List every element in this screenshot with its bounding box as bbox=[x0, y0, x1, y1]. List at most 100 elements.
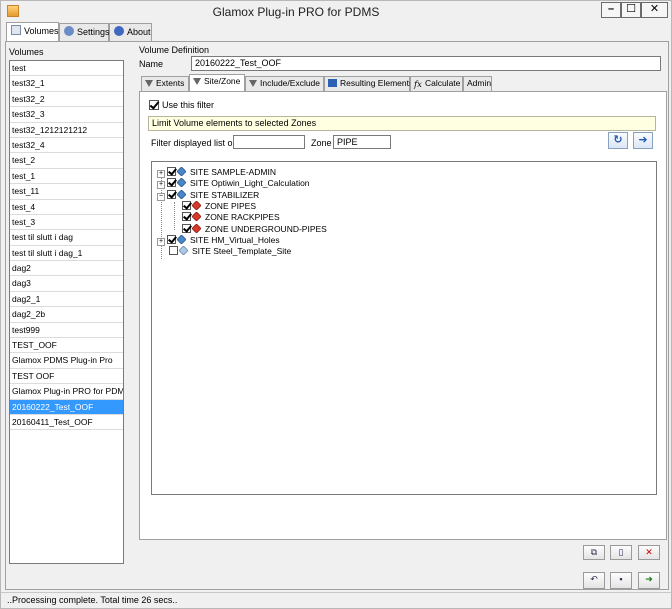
tab-resulting-elements[interactable]: Resulting Elements bbox=[324, 76, 413, 91]
undo-icon: ↶ bbox=[590, 574, 598, 584]
settings-icon bbox=[64, 26, 74, 36]
volume-list-item[interactable]: dag3 bbox=[10, 276, 123, 292]
volume-list-item[interactable]: test_11 bbox=[10, 184, 123, 200]
exit-button[interactable]: ➜ bbox=[638, 572, 660, 589]
save-icon: ▪ bbox=[619, 574, 623, 584]
status-bar: ..Processing complete. Total time 26 sec… bbox=[1, 592, 671, 608]
volume-list-item[interactable]: test32_1 bbox=[10, 76, 123, 92]
tree-checkbox[interactable] bbox=[167, 189, 176, 199]
tree-node-label: ZONE RACKPIPES bbox=[205, 212, 280, 223]
volume-list-item[interactable]: test_2 bbox=[10, 153, 123, 169]
volume-list-item[interactable]: test bbox=[10, 61, 123, 77]
tree-node-label: SITE SAMPLE-ADMIN bbox=[190, 167, 276, 177]
volume-list-item[interactable]: test_3 bbox=[10, 215, 123, 231]
tab-site-zone[interactable]: Site/Zone bbox=[189, 74, 245, 91]
volume-list-item[interactable]: test32_3 bbox=[10, 107, 123, 123]
tab-about[interactable]: About bbox=[109, 23, 152, 41]
minimize-button[interactable]: – bbox=[601, 2, 621, 18]
volume-list-item[interactable]: test32_4 bbox=[10, 138, 123, 154]
tree-node[interactable]: ZONE UNDERGROUND-PIPES bbox=[170, 222, 327, 236]
tree-node-label: SITE STABILIZER bbox=[190, 189, 260, 200]
tree-node-label: ZONE PIPES bbox=[205, 200, 257, 211]
site-filter-input[interactable] bbox=[233, 135, 305, 149]
undo-button[interactable]: ↶ bbox=[583, 572, 605, 589]
volume-list-item[interactable]: Glamox PDMS Plug-in Pro bbox=[10, 353, 123, 369]
tree-node[interactable]: + SITE Optiwin_Light_Calculation bbox=[157, 177, 310, 190]
volume-list-item[interactable]: test_1 bbox=[10, 169, 123, 185]
apply-filter-button[interactable]: ➜ bbox=[633, 132, 653, 149]
new-document-icon: ▯ bbox=[618, 547, 624, 557]
tab-volumes[interactable]: Volumes bbox=[6, 22, 59, 42]
volume-list-item[interactable]: test_4 bbox=[10, 200, 123, 215]
collapse-icon[interactable]: − bbox=[157, 192, 165, 201]
exit-icon: ➜ bbox=[645, 574, 653, 584]
funnel-icon bbox=[249, 80, 257, 87]
tree-node-label: SITE Optiwin_Light_Calculation bbox=[190, 178, 310, 189]
volume-list-item[interactable]: test32_1212121212 bbox=[10, 123, 123, 138]
volume-list-item[interactable]: 20160411_Test_OOF bbox=[10, 415, 123, 431]
volume-list-item[interactable]: dag2_1 bbox=[10, 292, 123, 308]
zone-filter-label: Zone bbox=[311, 138, 332, 148]
tab-extents[interactable]: Extents bbox=[141, 76, 189, 91]
tree-checkbox[interactable] bbox=[182, 212, 191, 222]
maximize-button[interactable]: ☐ bbox=[621, 2, 641, 18]
tree-node[interactable]: + SITE SAMPLE-ADMIN bbox=[157, 166, 276, 179]
tree-node[interactable]: + SITE HM_Virtual_Holes bbox=[157, 234, 280, 247]
zone-icon bbox=[191, 222, 202, 234]
tab-include-exclude[interactable]: Include/Exclude bbox=[245, 76, 324, 91]
volume-list-item[interactable]: Glamox Plug-in PRO for PDMS bbox=[10, 384, 123, 400]
volume-list-item[interactable]: dag2_2b bbox=[10, 307, 123, 323]
volumes-label: Volumes bbox=[9, 47, 44, 57]
expand-icon[interactable]: + bbox=[157, 170, 165, 178]
zone-filter-input[interactable]: PIPE bbox=[333, 135, 391, 149]
arrow-right-icon: ➜ bbox=[638, 134, 648, 146]
binoculars-icon bbox=[328, 79, 337, 87]
tree-node[interactable]: ZONE PIPES bbox=[170, 200, 257, 213]
tree-checkbox[interactable] bbox=[182, 223, 191, 233]
use-filter-checkbox[interactable]: Use this filter bbox=[149, 100, 214, 110]
site-icon bbox=[176, 166, 187, 177]
copy-volume-button[interactable]: ⧉ bbox=[583, 545, 605, 560]
tree-checkbox[interactable] bbox=[167, 234, 176, 244]
volumes-icon bbox=[11, 25, 21, 35]
limit-info-bar: Limit Volume elements to selected Zones bbox=[148, 116, 656, 131]
tab-settings[interactable]: Settings bbox=[59, 23, 110, 41]
refresh-button[interactable]: ↻ bbox=[608, 132, 628, 149]
status-text: ..Processing complete. Total time 26 sec… bbox=[7, 595, 178, 605]
tree-node[interactable]: − SITE STABILIZER bbox=[157, 189, 260, 202]
tree-node[interactable]: SITE Steel_Template_Site bbox=[157, 245, 291, 258]
tree-checkbox[interactable] bbox=[182, 200, 191, 210]
volume-list-item[interactable]: TEST_OOF bbox=[10, 338, 123, 354]
expand-icon[interactable]: + bbox=[157, 237, 165, 246]
volume-list-item[interactable]: test til slutt i dag bbox=[10, 230, 123, 246]
site-icon bbox=[178, 245, 189, 256]
close-button[interactable]: ✕ bbox=[641, 2, 668, 18]
tab-calculate[interactable]: f𝑥 Calculate bbox=[410, 76, 463, 91]
save-button[interactable]: ▪ bbox=[610, 572, 632, 589]
checkbox-icon[interactable] bbox=[149, 100, 159, 110]
title-bar: Glamox Plug-in PRO for PDMS – ☐ ✕ bbox=[1, 1, 671, 23]
delete-volume-button[interactable]: ✕ bbox=[638, 545, 660, 560]
expand-icon[interactable]: + bbox=[157, 181, 165, 190]
app-window: Glamox Plug-in PRO for PDMS – ☐ ✕ Volume… bbox=[0, 0, 672, 609]
funnel-icon bbox=[145, 80, 153, 87]
volumes-list[interactable]: test test32_1 test32_2 test32_3 test32_12121… bbox=[9, 60, 124, 564]
tab-admin[interactable]: Admin bbox=[463, 76, 492, 91]
site-zone-tree[interactable]: + SITE SAMPLE-ADMIN + SITE Optiwin_Light_Ca… bbox=[151, 161, 657, 495]
volume-list-item[interactable]: 20160222_Test_OOF bbox=[10, 399, 123, 415]
site-icon bbox=[176, 177, 187, 188]
volume-list-item[interactable]: TEST OOF bbox=[10, 369, 123, 385]
volume-list-item[interactable]: test32_2 bbox=[10, 92, 123, 108]
tree-checkbox[interactable] bbox=[167, 167, 176, 176]
copy-icon: ⧉ bbox=[590, 547, 598, 557]
function-icon: f𝑥 bbox=[414, 80, 422, 90]
volume-list-item[interactable]: test til slutt i dag_1 bbox=[10, 246, 123, 262]
name-field[interactable]: 20160222_Test_OOF bbox=[191, 56, 661, 71]
volume-list-item[interactable]: dag2 bbox=[10, 261, 123, 277]
tree-checkbox[interactable] bbox=[169, 246, 178, 256]
tree-node[interactable]: ZONE RACKPIPES bbox=[170, 211, 280, 224]
tree-checkbox[interactable] bbox=[167, 178, 176, 188]
zone-icon bbox=[191, 211, 202, 222]
volume-list-item[interactable]: test999 bbox=[10, 323, 123, 339]
new-volume-button[interactable]: ▯ bbox=[610, 545, 632, 560]
